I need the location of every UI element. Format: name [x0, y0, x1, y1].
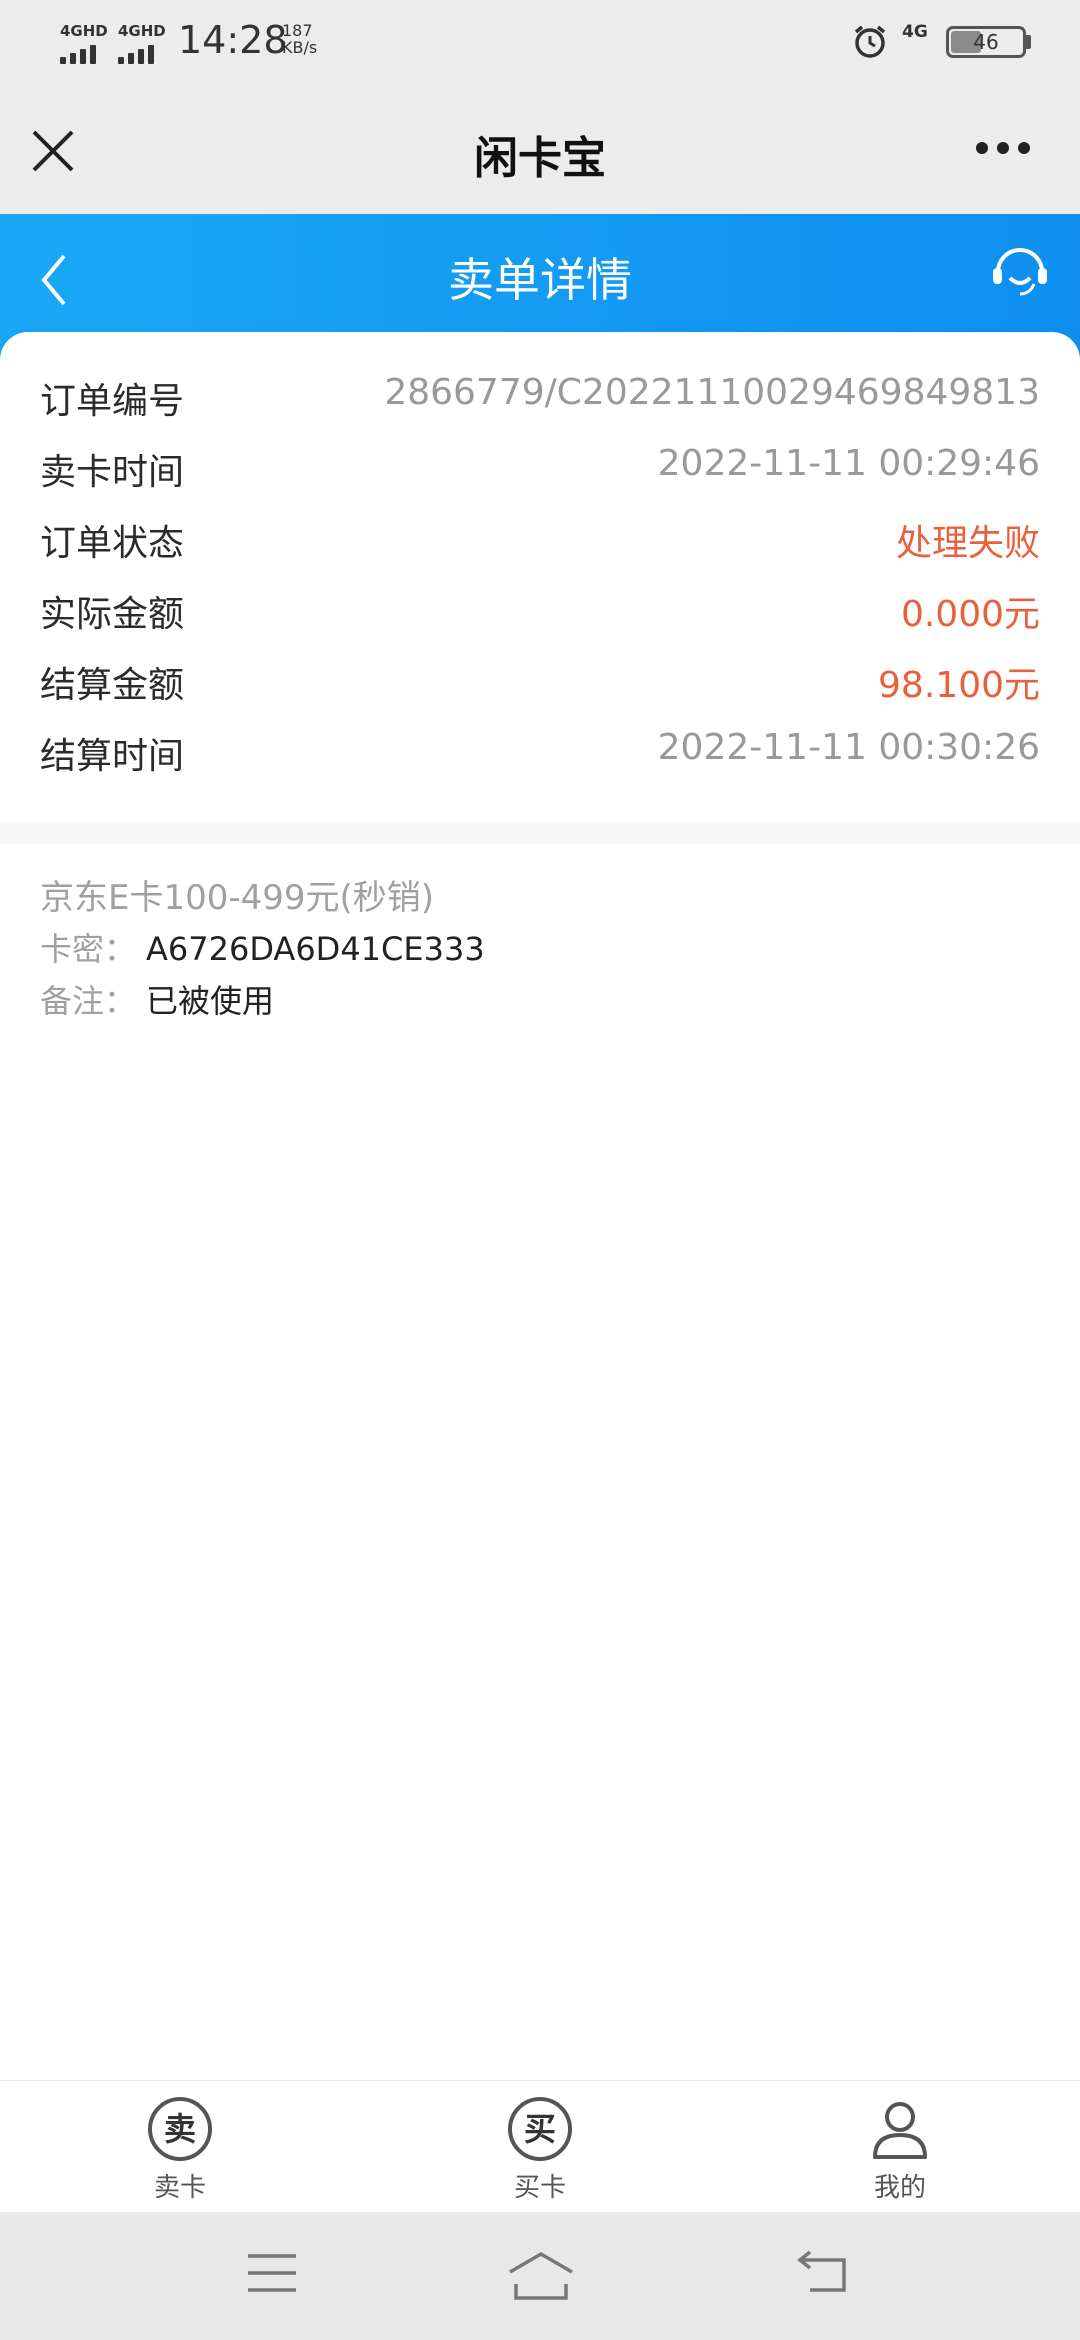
back-icon[interactable] — [796, 2250, 852, 2296]
battery-tip — [1026, 35, 1031, 49]
tab-sell-card[interactable]: 卖 卖卡 — [100, 2097, 260, 2207]
tab-label: 我的 — [873, 2173, 926, 2203]
speed-value: 187 — [282, 21, 313, 40]
row-value: 2022-11-11 00:30:26 — [657, 727, 1040, 768]
battery-level: 46 — [973, 30, 999, 54]
app-title-bar: 闲卡宝 — [0, 86, 1080, 214]
sell-card-icon: 卖 — [148, 2097, 212, 2161]
clock: 14:28 — [178, 18, 288, 62]
section-divider — [0, 822, 1080, 844]
actual-amount-value: 0.000元 — [900, 594, 1040, 635]
app-title: 闲卡宝 — [474, 133, 606, 184]
row-label: 结算金额 — [40, 665, 185, 706]
card-secret-label: 卡密： — [40, 930, 137, 968]
signal-bars-icon — [60, 44, 110, 64]
order-row: 结算金额 98.100元 — [40, 656, 1040, 716]
row-label: 订单状态 — [40, 523, 185, 564]
card-secret-value: A6726DA6D41CE333 — [146, 930, 485, 968]
page-title: 卖单详情 — [448, 253, 632, 307]
row-label: 结算时间 — [40, 736, 185, 777]
row-label: 实际金额 — [40, 594, 185, 635]
signal-label-1: 4GHD — [60, 22, 108, 40]
speed-unit: KB/s — [282, 38, 318, 57]
row-label: 订单编号 — [40, 381, 185, 422]
more-dots-icon[interactable] — [976, 142, 1030, 158]
order-row: 订单编号 2866779/C20221110029469849813 — [40, 372, 1040, 432]
order-row: 结算时间 2022-11-11 00:30:26 — [40, 727, 1040, 787]
product-name: 京东E卡100-499元(秒销) — [40, 878, 435, 918]
network-speed: 187 KB/s — [282, 22, 317, 56]
network-type: 4G — [902, 22, 928, 42]
row-value: 2866779/C20221110029469849813 — [384, 372, 1040, 413]
alarm-icon — [854, 25, 886, 58]
menu-icon[interactable] — [246, 2250, 298, 2296]
customer-service-icon[interactable] — [988, 240, 1052, 304]
settlement-amount-value: 98.100元 — [878, 665, 1040, 706]
person-icon — [873, 2102, 927, 2159]
order-row: 实际金额 0.000元 — [40, 585, 1040, 645]
battery-icon: 46 — [946, 26, 1026, 58]
card-note-value: 已被使用 — [146, 982, 275, 1020]
order-details-card: 订单编号 2866779/C20221110029469849813 卖卡时间 … — [0, 332, 1080, 822]
buy-card-icon: 买 — [508, 2097, 572, 2161]
tab-label: 买卡 — [513, 2173, 566, 2203]
row-label: 卖卡时间 — [40, 452, 185, 493]
card-note: 备注： 已被使用 — [40, 976, 274, 1022]
row-value: 2022-11-11 00:29:46 — [657, 443, 1040, 484]
bottom-tab-bar: 卖 卖卡 买 买卡 我的 — [0, 2080, 1080, 2212]
order-row: 卖卡时间 2022-11-11 00:29:46 — [40, 443, 1040, 503]
card-secret: 卡密： A6726DA6D41CE333 — [40, 924, 485, 970]
signal-bars-icon — [118, 44, 168, 64]
system-nav-bar — [0, 2212, 1080, 2340]
status-bar: 4GHD 4GHD 14:28 187 KB/s 4G 46 — [0, 0, 1080, 86]
order-row: 订单状态 处理失败 — [40, 514, 1040, 574]
home-icon[interactable] — [506, 2250, 576, 2302]
order-status-value: 处理失败 — [895, 523, 1040, 564]
card-note-label: 备注： — [40, 982, 137, 1020]
tab-label: 卖卡 — [153, 2173, 206, 2203]
tab-mine[interactable]: 我的 — [820, 2097, 980, 2207]
card-info-section: 京东E卡100-499元(秒销) 卡密： A6726DA6D41CE333 备注：… — [0, 844, 1080, 1064]
empty-content-area — [0, 1064, 1080, 2080]
signal-label-2: 4GHD — [118, 22, 166, 40]
tab-buy-card[interactable]: 买 买卡 — [460, 2097, 620, 2207]
